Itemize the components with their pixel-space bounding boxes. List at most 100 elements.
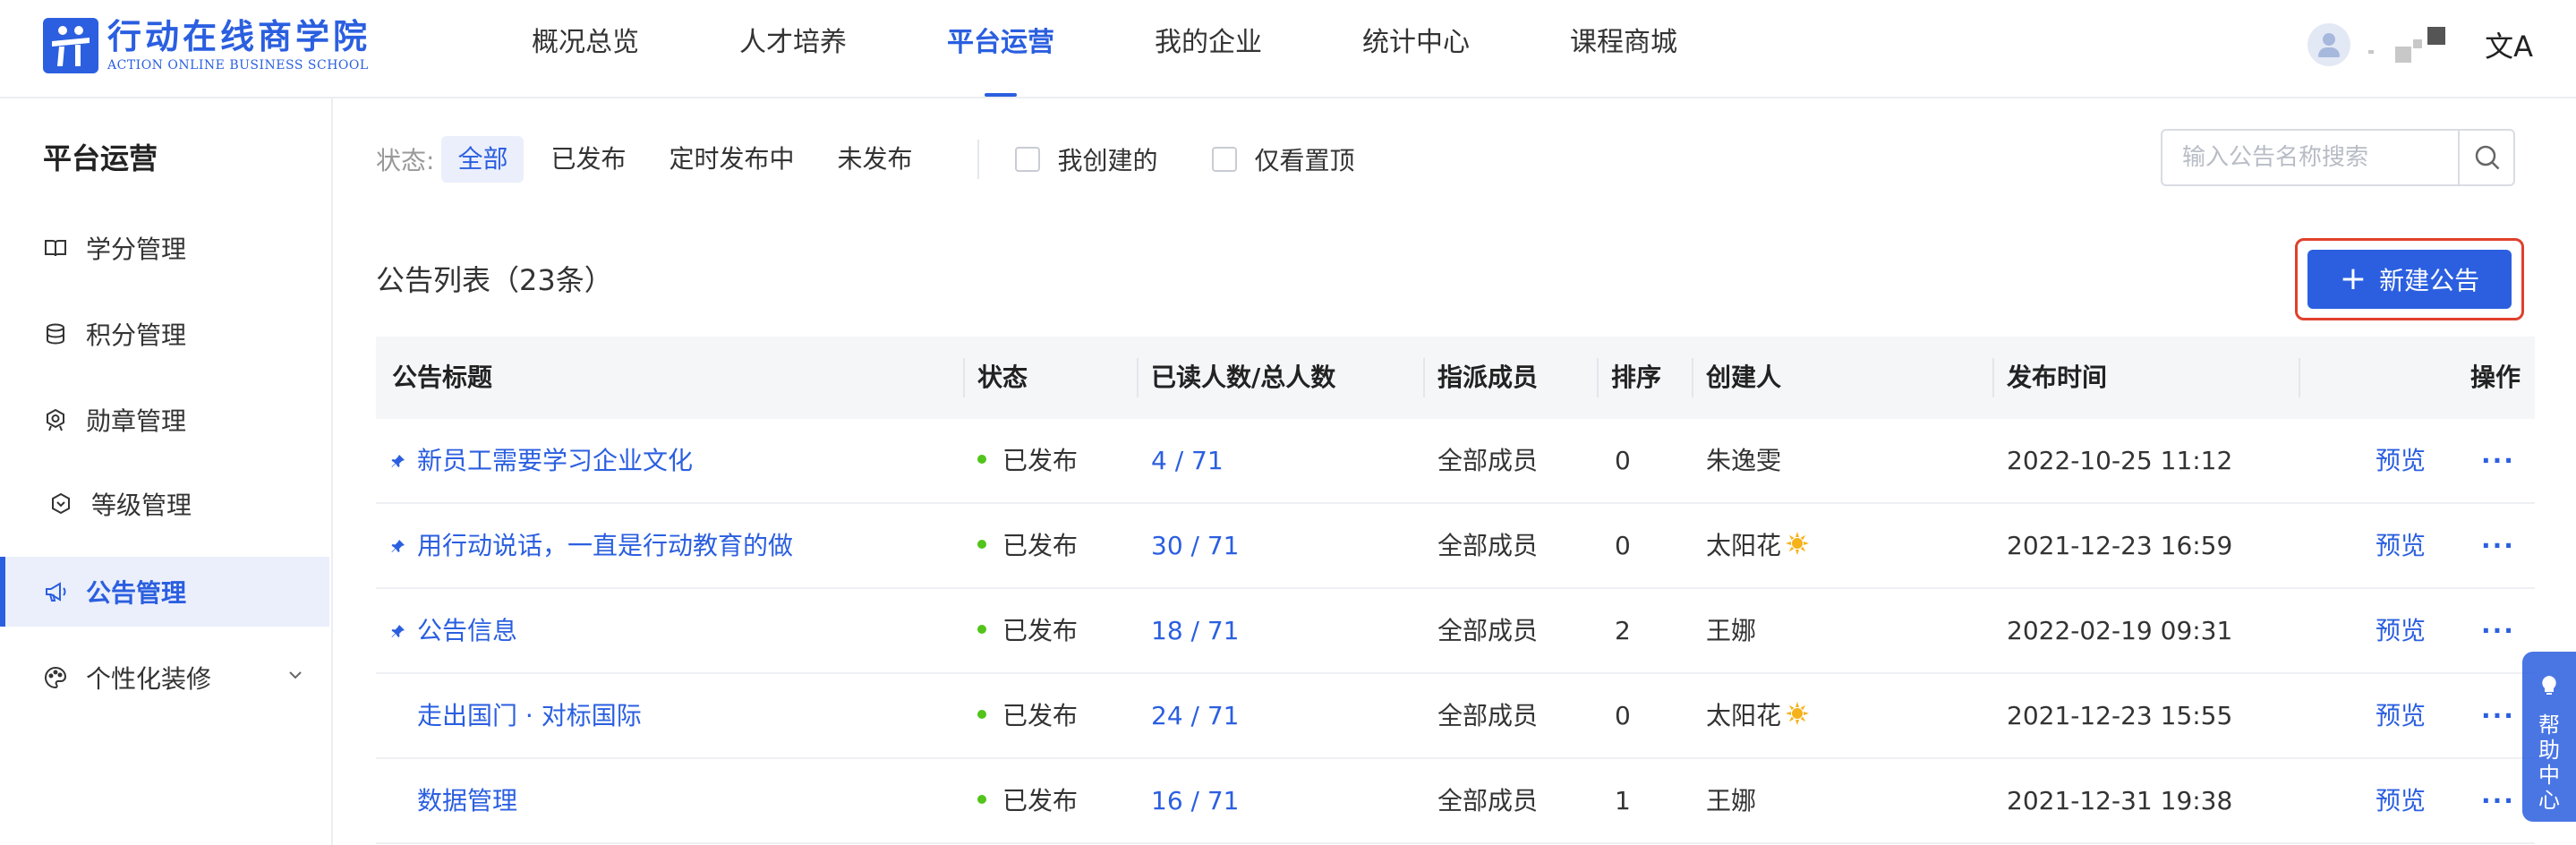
status-cell: 已发布	[977, 674, 1078, 757]
table-row: 新员工需要学习企业文化 已发布 4 / 71 全部成员 0 朱逸雯 2022-10-25 1…	[376, 419, 2535, 504]
level-icon	[52, 492, 70, 515]
more-actions-icon[interactable]: ···	[2481, 759, 2515, 842]
status-text: 已发布	[1002, 616, 1079, 645]
publish-time: 2021-12-31 19:38	[2007, 786, 2233, 815]
sidebar-item-medals[interactable]: 勋章管理	[0, 385, 329, 455]
preview-link[interactable]: 预览	[2376, 504, 2426, 587]
announcement-table: 公告标题 状态 已读人数/总人数 指派成员 排序 创建人 发布时间 操作 新员工…	[376, 337, 2535, 844]
publish-time: 2022-02-19 09:31	[2007, 616, 2233, 645]
column-header-actions: 操作	[2470, 363, 2521, 392]
status-dot	[977, 540, 986, 549]
publish-time: 2021-12-23 16:59	[2007, 531, 2233, 560]
new-button-highlight: + 新建公告	[2295, 238, 2524, 320]
status-text: 已发布	[1002, 786, 1079, 815]
nav-item-platform-ops[interactable]: 平台运营	[947, 0, 1054, 97]
status-filter-scheduled[interactable]: 定时发布中	[653, 136, 810, 183]
more-actions-icon[interactable]: ···	[2481, 419, 2515, 502]
column-header-read: 已读人数/总人数	[1151, 363, 1336, 392]
sidebar: 平台运营 学分管理 积分管理 勋章管理 等级管理 公告管理 个性化装修	[0, 98, 333, 845]
status-cell: 已发布	[977, 419, 1078, 502]
status-text: 已发布	[1002, 701, 1079, 730]
chevron-down-icon	[289, 671, 302, 679]
announcement-list-title: 公告列表（23条）	[376, 263, 613, 297]
preview-link[interactable]: 预览	[2376, 589, 2426, 672]
announcement-title-link[interactable]: 新员工需要学习企业文化	[417, 419, 693, 502]
lightbulb-icon	[2542, 675, 2556, 695]
sort-order: 0	[1615, 531, 1631, 560]
sidebar-title: 平台运营	[43, 141, 158, 175]
status-dot	[977, 795, 986, 804]
table-row: 走出国门 · 对标国际 已发布 24 / 71 全部成员 0 太阳花 2021-12-23 …	[376, 674, 2535, 759]
user-name-redacted[interactable]	[2368, 23, 2449, 66]
read-count-link[interactable]: 16 / 71	[1151, 759, 1240, 842]
creator-name: 太阳花	[1706, 701, 1782, 730]
search-input[interactable]	[2162, 131, 2458, 184]
sidebar-item-points[interactable]: 积分管理	[0, 299, 329, 369]
megaphone-icon	[46, 582, 66, 602]
more-actions-icon[interactable]: ···	[2481, 589, 2515, 672]
top-navbar: 行动在线商学院 ACTION ONLINE BUSINESS SCHOOL 概况…	[0, 0, 2576, 98]
creator-name: 王娜	[1706, 616, 1757, 645]
table-row: 公告信息 已发布 18 / 71 全部成员 2 王娜 2022-02-19 09:31 预览 ·…	[376, 589, 2535, 674]
logo[interactable]: 行动在线商学院 ACTION ONLINE BUSINESS SCHOOL	[43, 18, 371, 73]
checkbox-label: 我创建的	[1057, 146, 1158, 175]
preview-link[interactable]: 预览	[2376, 674, 2426, 757]
more-actions-icon[interactable]: ···	[2481, 674, 2515, 757]
status-filter-published[interactable]: 已发布	[534, 136, 642, 183]
help-center-label: 帮助中心	[2538, 713, 2560, 813]
checkbox-box[interactable]	[1211, 147, 1237, 172]
checkbox-box[interactable]	[1014, 147, 1040, 172]
announcement-title-link[interactable]: 公告信息	[417, 589, 517, 672]
creator-name: 朱逸雯	[1706, 446, 1782, 475]
sort-order: 1	[1615, 786, 1631, 815]
status-cell: 已发布	[977, 589, 1078, 672]
column-header-assigned: 指派成员	[1437, 363, 1539, 392]
new-announcement-button[interactable]: + 新建公告	[2307, 250, 2512, 309]
user-avatar-icon[interactable]	[2307, 23, 2351, 66]
pin-icon	[391, 540, 405, 552]
preview-link[interactable]: 预览	[2376, 419, 2426, 502]
status-filter-unpublished[interactable]: 未发布	[821, 136, 928, 183]
main-nav: 概况总览 人才培养 平台运营 我的企业 统计中心 课程商城	[532, 0, 1778, 97]
checkbox-created-by-me[interactable]: 我创建的	[1014, 141, 1158, 177]
read-count-link[interactable]: 24 / 71	[1151, 674, 1240, 757]
main-content: 状态: 全部 已发布 定时发布中 未发布 我创建的 仅看置顶 公告列表（23条）…	[333, 98, 2576, 845]
medal-icon	[47, 408, 64, 431]
sun-emoji-icon	[1786, 532, 1810, 555]
sidebar-item-levels[interactable]: 等级管理	[0, 469, 329, 539]
creator-cell: 王娜	[1706, 759, 1756, 842]
database-icon	[47, 323, 64, 345]
announcement-title-link[interactable]: 走出国门 · 对标国际	[417, 674, 642, 757]
filter-divider	[977, 140, 979, 179]
creator-cell: 王娜	[1706, 589, 1756, 672]
nav-item-my-company[interactable]: 我的企业	[1155, 0, 1262, 97]
assigned-members: 全部成员	[1437, 701, 1539, 730]
publish-time: 2021-12-23 15:55	[2007, 701, 2233, 730]
status-dot	[977, 455, 986, 464]
table-header: 公告标题 状态 已读人数/总人数 指派成员 排序 创建人 发布时间 操作	[376, 337, 2535, 419]
announcement-title-link[interactable]: 数据管理	[417, 759, 517, 842]
nav-item-statistics[interactable]: 统计中心	[1362, 0, 1470, 97]
read-count-link[interactable]: 18 / 71	[1151, 589, 1240, 672]
sidebar-item-announcements[interactable]: 公告管理	[0, 557, 329, 627]
checkbox-pinned-only[interactable]: 仅看置顶	[1211, 141, 1355, 177]
search-button[interactable]	[2458, 131, 2515, 184]
announcement-title-link[interactable]: 用行动说话，一直是行动教育的做	[417, 504, 793, 587]
preview-link[interactable]: 预览	[2376, 759, 2426, 842]
help-center-button[interactable]: 帮助中心	[2522, 652, 2576, 822]
nav-item-course-mall[interactable]: 课程商城	[1570, 0, 1677, 97]
nav-item-talent[interactable]: 人才培养	[739, 0, 847, 97]
sidebar-item-credits-mgmt[interactable]: 学分管理	[0, 213, 329, 283]
more-actions-icon[interactable]: ···	[2481, 504, 2515, 587]
translate-icon[interactable]: 文A	[2485, 24, 2533, 65]
read-count-link[interactable]: 4 / 71	[1151, 419, 1224, 502]
status-filter-all[interactable]: 全部	[441, 136, 525, 183]
new-announcement-label: 新建公告	[2379, 266, 2480, 295]
assigned-members: 全部成员	[1437, 616, 1539, 645]
sidebar-item-customization[interactable]: 个性化装修	[0, 643, 329, 713]
sidebar-item-label: 勋章管理	[86, 406, 187, 436]
nav-item-overview[interactable]: 概况总览	[532, 0, 639, 97]
sun-emoji-icon	[1786, 702, 1810, 725]
publish-time: 2022-10-25 11:12	[2007, 446, 2233, 475]
read-count-link[interactable]: 30 / 71	[1151, 504, 1240, 587]
